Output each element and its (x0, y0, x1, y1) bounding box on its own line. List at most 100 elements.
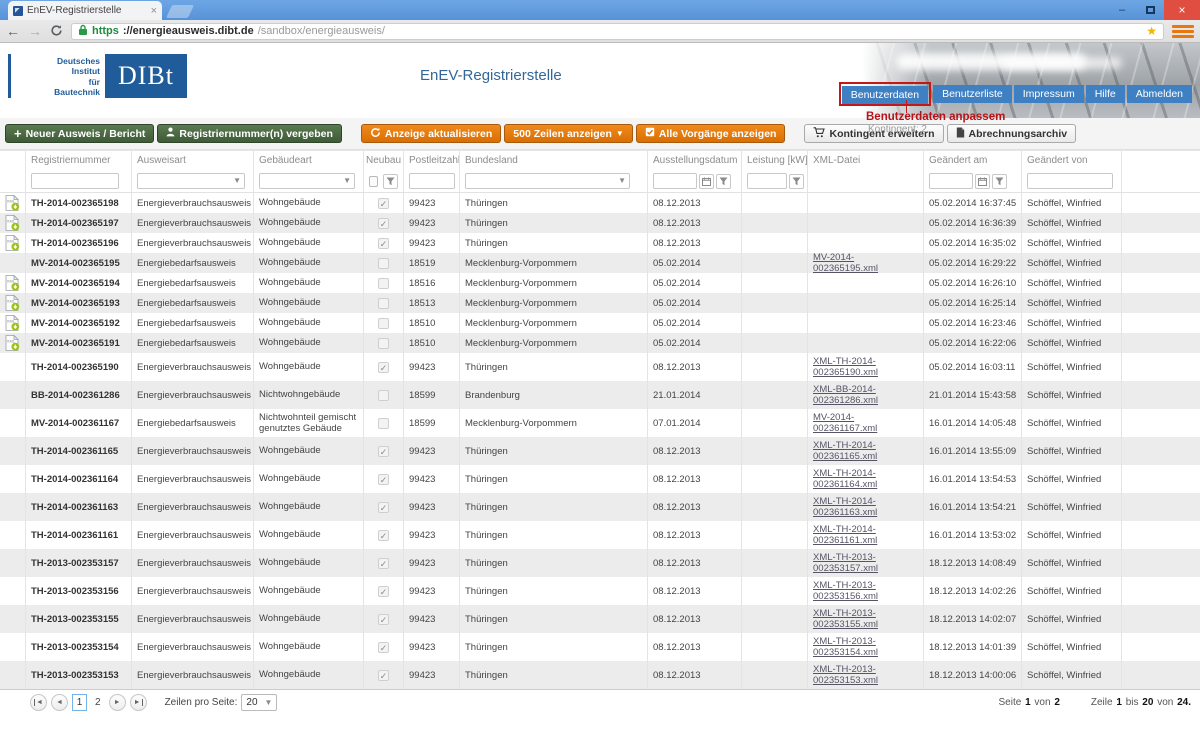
xml-download-cell[interactable]: XML (0, 273, 26, 293)
xml-file-link[interactable]: XML-TH-2013-002353156.xml (813, 580, 918, 603)
xml-download-cell[interactable] (0, 661, 26, 689)
nav-benutzerliste-button[interactable]: Benutzerliste (933, 85, 1012, 103)
nav-benutzerdaten-button[interactable]: Benutzerdaten (842, 86, 928, 104)
filter-neubau-funnel-icon[interactable] (383, 174, 398, 189)
bookmark-star-icon[interactable]: ★ (1146, 25, 1157, 37)
filter-ausweisart-select[interactable]: ▼ (137, 173, 245, 189)
filter-geaendert-am-calendar-icon[interactable] (975, 174, 990, 189)
xml-download-cell[interactable]: XML (0, 313, 26, 333)
filter-leistung-input[interactable] (747, 173, 787, 189)
nav-impressum-button[interactable]: Impressum (1014, 85, 1084, 103)
xml-file-link[interactable]: XML-TH-2014-002361161.xml (813, 524, 918, 547)
pager-next-button[interactable]: ► (109, 694, 126, 711)
table-row[interactable]: TH-2013-002353155 Energieverbrauchsauswe… (0, 605, 1200, 633)
xml-file-link[interactable]: XML-TH-2014-002361164.xml (813, 468, 918, 491)
xml-download-cell[interactable]: XML (0, 333, 26, 353)
filter-geaendert-von-input[interactable] (1027, 173, 1113, 189)
xml-download-cell[interactable] (0, 253, 26, 273)
refresh-view-button[interactable]: Anzeige aktualisieren (361, 124, 501, 143)
xml-download-cell[interactable] (0, 605, 26, 633)
table-row[interactable]: TH-2014-002365190 Energieverbrauchsauswe… (0, 353, 1200, 381)
assign-number-button[interactable]: Registriernummer(n) vergeben (157, 124, 341, 143)
xml-download-cell[interactable] (0, 493, 26, 521)
table-row[interactable]: TH-2013-002353156 Energieverbrauchsauswe… (0, 577, 1200, 605)
xml-file-link[interactable]: MV-2014-002365195.xml (813, 253, 918, 273)
rows-per-page-select[interactable]: 20 ▼ (241, 694, 277, 711)
pager-last-button[interactable]: ► (130, 694, 147, 711)
xml-download-cell[interactable] (0, 437, 26, 465)
xml-download-cell[interactable] (0, 381, 26, 409)
table-row[interactable]: TH-2014-002361165 Energieverbrauchsauswe… (0, 437, 1200, 465)
filter-neubau-checkbox[interactable] (369, 176, 378, 187)
xml-file-link[interactable]: XML-BB-2014-002361286.xml (813, 384, 918, 407)
url-bar[interactable]: https://energieausweis.dibt.de/sandbox/e… (71, 23, 1164, 40)
filter-geaendert-am-funnel-icon[interactable] (992, 174, 1007, 189)
rows-count-dropdown[interactable]: 500 Zeilen anzeigen ▼ (504, 124, 633, 143)
xml-download-cell[interactable] (0, 465, 26, 493)
show-all-button[interactable]: Alle Vorgänge anzeigen (636, 124, 786, 143)
xml-file-link[interactable]: XML-TH-2013-002353155.xml (813, 608, 918, 631)
table-row[interactable]: XML TH-2014-002365197 Energieverbrauchsa… (0, 213, 1200, 233)
table-row[interactable]: XML TH-2014-002365198 Energieverbrauchsa… (0, 193, 1200, 213)
xml-download-cell[interactable] (0, 633, 26, 661)
filter-leistung-funnel-icon[interactable] (789, 174, 804, 189)
table-row[interactable]: XML MV-2014-002365192 Energiebedarfsausw… (0, 313, 1200, 333)
xml-download-cell[interactable] (0, 577, 26, 605)
xml-download-cell[interactable]: XML (0, 293, 26, 313)
xml-download-cell[interactable]: XML (0, 233, 26, 253)
nav-hilfe-button[interactable]: Hilfe (1086, 85, 1125, 103)
table-row[interactable]: XML TH-2014-002365196 Energieverbrauchsa… (0, 233, 1200, 253)
table-row[interactable]: TH-2014-002361163 Energieverbrauchsauswe… (0, 493, 1200, 521)
reload-icon[interactable] (50, 24, 63, 39)
table-row[interactable]: TH-2013-002353154 Energieverbrauchsauswe… (0, 633, 1200, 661)
xml-file-link[interactable]: XML-TH-2014-002365190.xml (813, 356, 918, 379)
xml-download-cell[interactable] (0, 521, 26, 549)
xml-download-cell[interactable] (0, 549, 26, 577)
new-tab-button[interactable] (166, 5, 194, 18)
billing-archive-button[interactable]: Abrechnungsarchiv (947, 124, 1077, 143)
xml-download-cell[interactable]: XML (0, 213, 26, 233)
table-row[interactable]: MV-2014-002365195 Energiebedarfsausweis … (0, 253, 1200, 273)
new-certificate-button[interactable]: + Neuer Ausweis / Bericht (5, 124, 154, 143)
filter-geaendert-am-input[interactable] (929, 173, 973, 189)
filter-registriernummer-input[interactable] (31, 173, 119, 189)
cell-gebaeudeart: Nichtwohngebäude (254, 381, 364, 409)
xml-download-cell[interactable] (0, 353, 26, 381)
pager-prev-button[interactable]: ◄ (51, 694, 68, 711)
xml-download-cell[interactable]: XML (0, 193, 26, 213)
window-close-button[interactable]: × (1164, 0, 1200, 20)
forward-icon[interactable]: → (28, 24, 42, 38)
table-row[interactable]: TH-2013-002353157 Energieverbrauchsauswe… (0, 549, 1200, 577)
xml-file-link[interactable]: XML-TH-2014-002361165.xml (813, 440, 918, 463)
table-row[interactable]: XML MV-2014-002365191 Energiebedarfsausw… (0, 333, 1200, 353)
xml-file-link[interactable]: XML-TH-2013-002353157.xml (813, 552, 918, 575)
browser-menu-icon[interactable] (1172, 23, 1194, 39)
xml-file-link[interactable]: XML-TH-2013-002353154.xml (813, 636, 918, 659)
xml-file-link[interactable]: XML-TH-2013-002353153.xml (813, 664, 918, 687)
window-minimize-button[interactable]: – (1108, 0, 1136, 20)
table-row[interactable]: TH-2014-002361164 Energieverbrauchsauswe… (0, 465, 1200, 493)
xml-file-link[interactable]: XML-TH-2014-002361163.xml (813, 496, 918, 519)
pager-first-button[interactable]: ◄ (30, 694, 47, 711)
table-row[interactable]: BB-2014-002361286 Energieverbrauchsauswe… (0, 381, 1200, 409)
xml-file-link[interactable]: MV-2014-002361167.xml (813, 412, 918, 435)
table-row[interactable]: XML MV-2014-002365194 Energiebedarfsausw… (0, 273, 1200, 293)
filter-ausstellungsdatum-funnel-icon[interactable] (716, 174, 731, 189)
table-row[interactable]: MV-2014-002361167 Energiebedarfsausweis … (0, 409, 1200, 437)
table-row[interactable]: TH-2013-002353153 Energieverbrauchsauswe… (0, 661, 1200, 689)
filter-postleitzahl-input[interactable] (409, 173, 455, 189)
table-row[interactable]: TH-2014-002361161 Energieverbrauchsauswe… (0, 521, 1200, 549)
pager-page-2[interactable]: 2 (91, 697, 105, 708)
pager-current-page[interactable]: 1 (72, 694, 87, 711)
filter-gebaeudeart-select[interactable]: ▼ (259, 173, 355, 189)
filter-ausstellungsdatum-input[interactable] (653, 173, 697, 189)
back-icon[interactable]: ← (6, 24, 20, 38)
filter-bundesland-select[interactable]: ▼ (465, 173, 630, 189)
browser-tab[interactable]: EnEV-Registrierstelle × (8, 1, 162, 20)
table-row[interactable]: XML MV-2014-002365193 Energiebedarfsausw… (0, 293, 1200, 313)
filter-ausstellungsdatum-calendar-icon[interactable] (699, 174, 714, 189)
tab-close-icon[interactable]: × (151, 6, 157, 16)
xml-download-cell[interactable] (0, 409, 26, 437)
window-maximize-button[interactable] (1136, 0, 1164, 20)
nav-abmelden-button[interactable]: Abmelden (1127, 85, 1192, 103)
